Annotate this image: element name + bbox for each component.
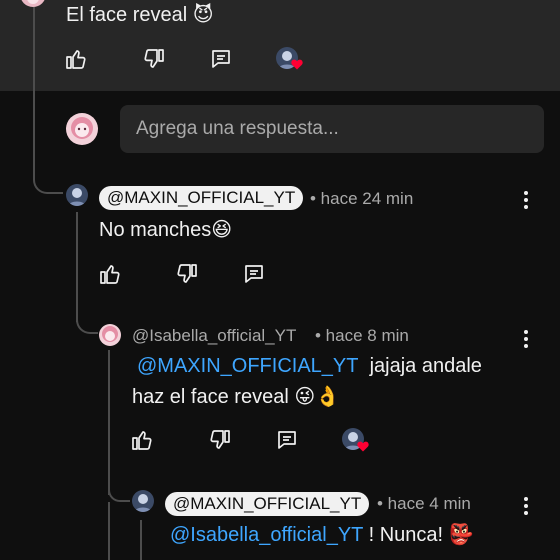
like-icon xyxy=(132,431,152,450)
comment-text-line2: haz el face reveal 😜👌 xyxy=(132,386,341,408)
thread-line-curve xyxy=(33,172,63,194)
dislike-icon xyxy=(210,430,230,449)
emoji: 😜👌 xyxy=(294,386,341,408)
reply-placeholder: Agrega una respuesta... xyxy=(136,118,339,139)
heart-icon xyxy=(357,441,369,452)
timestamp[interactable]: • hace 8 min xyxy=(315,325,409,347)
timestamp[interactable]: • hace 4 min xyxy=(377,493,471,515)
more-button[interactable] xyxy=(518,188,534,212)
reply-button[interactable] xyxy=(273,426,301,454)
author-name[interactable]: @Isabella_official_YT xyxy=(132,325,296,347)
like-button[interactable] xyxy=(128,426,156,454)
comment-text: No manches😆 xyxy=(99,219,233,241)
emoji: 😈 xyxy=(192,4,214,26)
mention-link[interactable]: @MAXIN_OFFICIAL_YT xyxy=(137,355,358,377)
avatar[interactable] xyxy=(99,324,121,346)
user-avatar xyxy=(66,113,98,145)
reply-icon xyxy=(245,265,263,283)
like-button[interactable] xyxy=(62,45,90,73)
thread-line-curve xyxy=(76,312,98,334)
more-button[interactable] xyxy=(518,327,534,351)
avatar[interactable] xyxy=(66,184,88,206)
thread-line xyxy=(108,502,110,560)
dislike-button[interactable] xyxy=(140,45,168,73)
reply-icon xyxy=(212,50,230,68)
author-name[interactable]: @MAXIN_OFFICIAL_YT xyxy=(99,186,304,210)
reply-input[interactable]: Agrega una respuesta... xyxy=(120,105,544,153)
thread-line xyxy=(140,520,142,560)
like-icon xyxy=(100,265,120,284)
thread-line xyxy=(76,212,78,322)
mention-link[interactable]: @Isabella_official_YT xyxy=(170,524,363,546)
more-button[interactable] xyxy=(518,494,534,518)
reply-icon xyxy=(278,431,296,449)
timestamp[interactable]: • hace 24 min xyxy=(310,188,413,210)
comment-text: @MAXIN_OFFICIAL_YT jajaja andale xyxy=(137,355,482,377)
emoji: 😆 xyxy=(211,219,233,241)
dislike-icon xyxy=(144,49,164,68)
reply-button[interactable] xyxy=(240,260,268,288)
author-name[interactable]: @MAXIN_OFFICIAL_YT xyxy=(165,492,370,516)
avatar[interactable] xyxy=(132,490,154,512)
like-icon xyxy=(66,50,86,69)
dislike-icon xyxy=(177,264,197,283)
thread-line-curve xyxy=(108,486,130,502)
dislike-button[interactable] xyxy=(206,426,234,454)
like-button[interactable] xyxy=(96,260,124,288)
heart-icon xyxy=(291,59,303,70)
emoji: 👺 xyxy=(448,524,474,546)
comment-text: @Isabella_official_YT ! Nunca! 👺 xyxy=(170,524,474,546)
thread-line xyxy=(108,350,110,495)
reply-button[interactable] xyxy=(207,45,235,73)
thread-line xyxy=(33,0,35,180)
comment-text: El face reveal 😈 xyxy=(66,4,214,26)
dislike-button[interactable] xyxy=(173,260,201,288)
